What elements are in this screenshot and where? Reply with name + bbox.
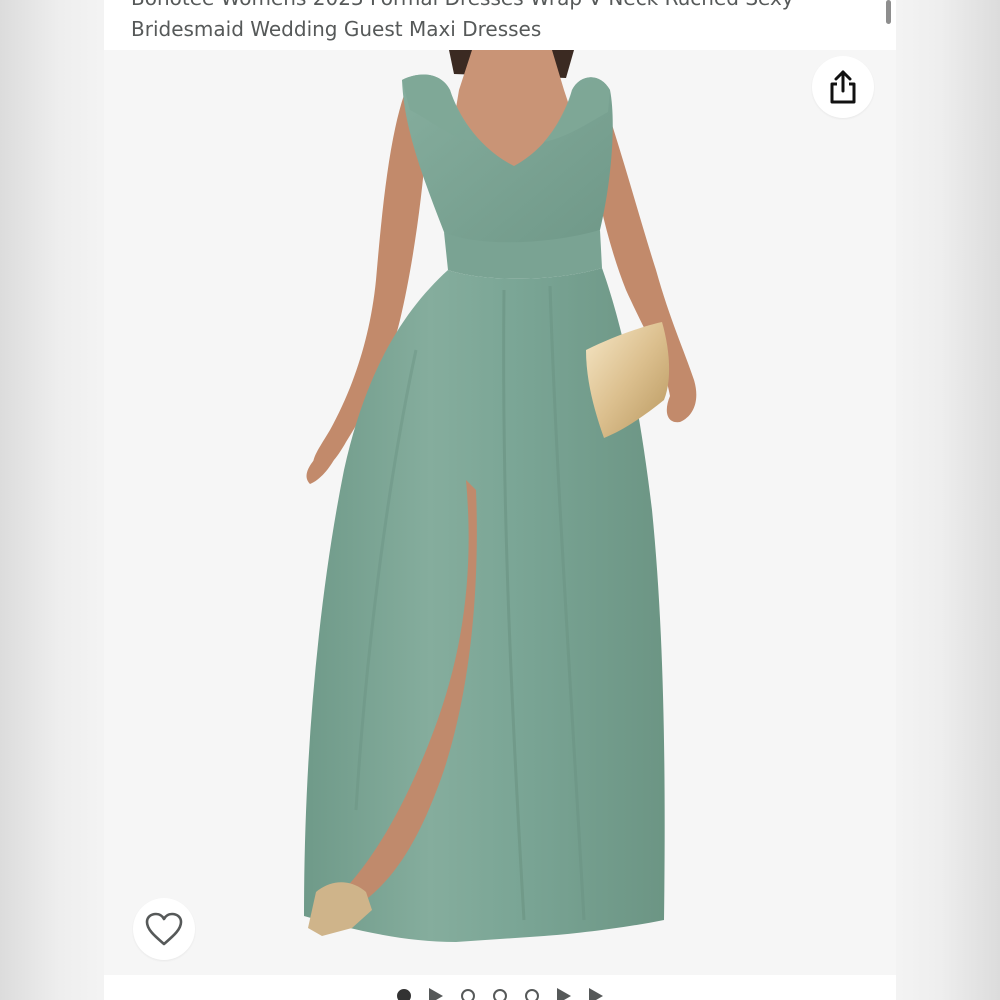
carousel-dot-1[interactable] <box>397 988 411 1000</box>
carousel-dot-5[interactable] <box>525 988 539 1000</box>
carousel-indicators <box>104 975 896 1000</box>
product-title[interactable]: Bohotee Womens 2023 Formal Dresses Wrap … <box>131 0 871 45</box>
product-title-line-1: Bohotee Womens 2023 Formal Dresses Wrap … <box>131 0 871 14</box>
share-icon <box>830 70 856 104</box>
product-image-carousel[interactable] <box>104 50 896 975</box>
carousel-video-indicator-7[interactable] <box>589 987 603 1000</box>
favorite-button[interactable] <box>133 898 195 960</box>
scroll-indicator[interactable] <box>886 0 891 24</box>
carousel-video-indicator-2[interactable] <box>429 987 443 1000</box>
carousel-video-indicator-6[interactable] <box>557 987 571 1000</box>
carousel-dot-4[interactable] <box>493 988 507 1000</box>
carousel-dot-3[interactable] <box>461 988 475 1000</box>
product-photo <box>304 50 697 942</box>
product-page: Bohotee Womens 2023 Formal Dresses Wrap … <box>104 0 896 1000</box>
heart-icon <box>145 912 183 946</box>
share-button[interactable] <box>812 56 874 118</box>
product-title-line-2: Bridesmaid Wedding Guest Maxi Dresses <box>131 17 542 41</box>
